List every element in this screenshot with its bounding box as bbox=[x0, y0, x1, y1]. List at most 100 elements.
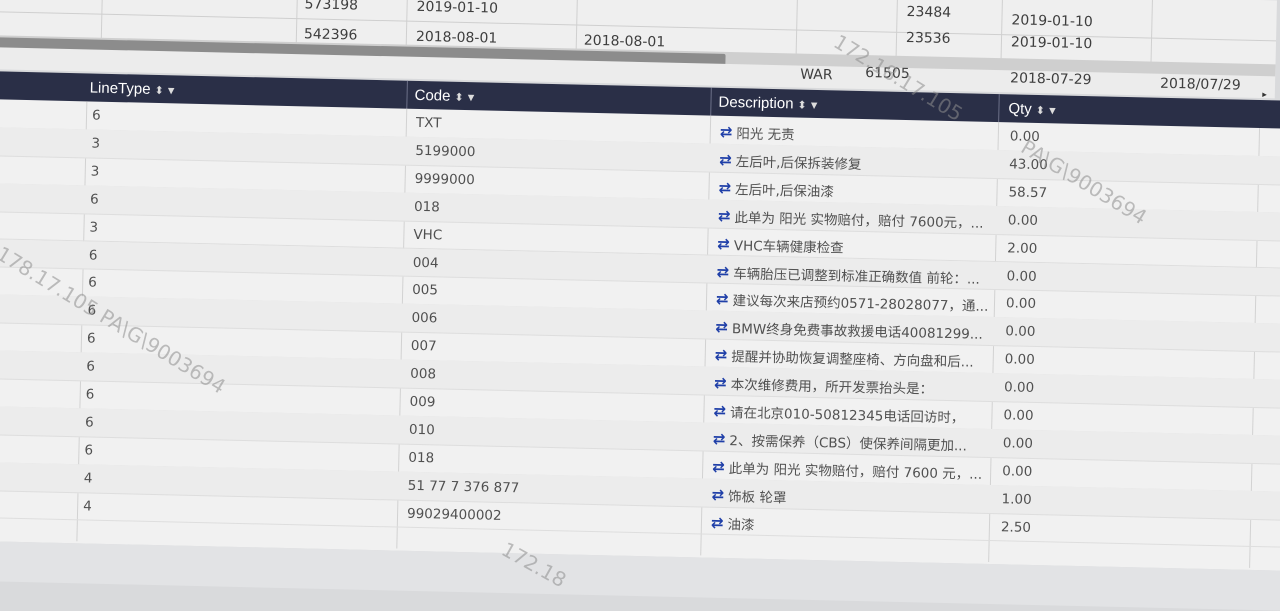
description-text: 本次维修费用，所开发票抬头是： bbox=[730, 377, 934, 398]
top-cell-date: 2019-01-10 bbox=[416, 0, 499, 17]
cell-description[interactable]: ⇄ 阳光 无责 bbox=[720, 122, 795, 144]
top-cell-date: 2019-01-10 bbox=[1010, 34, 1093, 53]
column-header-code[interactable]: Code ⬍ ▼ bbox=[414, 87, 476, 105]
cell-qty: 1.00 bbox=[1001, 490, 1032, 508]
cell-code: 010 bbox=[408, 421, 435, 439]
cell-qty: 2.50 bbox=[1000, 518, 1032, 536]
swap-arrows-icon[interactable]: ⇄ bbox=[716, 290, 729, 308]
cell-qty: 0.00 bbox=[1002, 435, 1034, 452]
cell-code: 005 bbox=[411, 282, 439, 299]
cell-code: VHC bbox=[413, 226, 443, 244]
cell-linetype: 6 bbox=[84, 414, 94, 431]
cell-linetype: 6 bbox=[85, 386, 95, 403]
description-text: 请在北京010-50812345电话回访时， bbox=[729, 405, 965, 427]
swap-arrows-icon[interactable]: ⇄ bbox=[718, 206, 731, 224]
description-text: 左后叶,后保油漆 bbox=[734, 181, 835, 201]
cell-code: 51 77 7 376 877 bbox=[407, 477, 520, 496]
scroll-right-arrow-icon[interactable]: ▸ bbox=[1262, 90, 1267, 100]
cell-qty: 0.00 bbox=[1007, 212, 1039, 229]
top-cell-date: 2018-07-29 bbox=[1009, 70, 1092, 89]
description-text: 左后叶,后保拆装修复 bbox=[735, 154, 862, 173]
filter-icon[interactable]: ▼ bbox=[465, 92, 476, 104]
filter-icon[interactable]: ▼ bbox=[166, 85, 177, 97]
cell-qty: 0.00 bbox=[1005, 295, 1037, 313]
cell-code: 018 bbox=[413, 198, 441, 216]
column-header-label: Qty bbox=[1008, 100, 1032, 118]
cell-qty: 0.00 bbox=[1005, 323, 1036, 341]
cell-qty: 0.00 bbox=[1002, 463, 1033, 480]
swap-arrows-icon[interactable]: ⇄ bbox=[713, 430, 726, 448]
cell-code: 007 bbox=[410, 338, 437, 355]
swap-arrows-icon[interactable]: ⇄ bbox=[714, 374, 727, 392]
swap-arrows-icon[interactable]: ⇄ bbox=[715, 346, 728, 364]
cell-description[interactable]: ⇄ 左后叶,后保油漆 bbox=[718, 178, 834, 201]
top-cell-number: 573198 bbox=[304, 0, 359, 14]
cell-qty: 0.00 bbox=[1004, 351, 1035, 369]
description-text: 2、按需保养（CBS）使保养间隔更加... bbox=[729, 432, 968, 455]
cell-code: TXT bbox=[415, 114, 442, 132]
cell-description[interactable]: ⇄ 本次维修费用，所开发票抬头是： bbox=[714, 373, 933, 398]
sort-icon[interactable]: ⬍ bbox=[454, 92, 463, 104]
column-header-linetype[interactable]: LineType ⬍ ▼ bbox=[89, 79, 176, 98]
cell-linetype: 4 bbox=[83, 498, 92, 515]
header-divider[interactable] bbox=[998, 94, 1000, 123]
cell-linetype: 3 bbox=[90, 163, 100, 180]
sort-icon[interactable]: ⬍ bbox=[154, 85, 163, 97]
sort-icon[interactable]: ⬍ bbox=[1036, 105, 1045, 117]
cell-qty: 2.00 bbox=[1007, 239, 1038, 257]
swap-arrows-icon[interactable]: ⇄ bbox=[712, 457, 725, 475]
cell-linetype: 6 bbox=[88, 274, 98, 292]
top-cell-date: 2019-01-10 bbox=[1011, 12, 1093, 31]
top-cell-code: WAR bbox=[799, 66, 833, 84]
swap-arrows-icon[interactable]: ⇄ bbox=[715, 318, 728, 336]
column-header-label: Code bbox=[414, 86, 451, 105]
column-header-description[interactable]: Description ⬍ ▼ bbox=[718, 94, 820, 113]
cell-linetype: 6 bbox=[86, 358, 96, 375]
filter-icon[interactable]: ▼ bbox=[809, 100, 820, 112]
description-text: VHC车辆健康检查 bbox=[733, 237, 844, 257]
cell-code: 006 bbox=[411, 310, 438, 327]
header-divider[interactable] bbox=[710, 87, 712, 116]
cell-code: 018 bbox=[408, 449, 435, 467]
swap-arrows-icon[interactable]: ⇄ bbox=[719, 151, 732, 169]
top-cell-number: 542396 bbox=[303, 26, 358, 44]
column-header-label: Description bbox=[718, 93, 794, 113]
swap-arrows-icon[interactable]: ⇄ bbox=[713, 402, 726, 420]
cell-linetype: 3 bbox=[91, 135, 101, 152]
cell-qty: 0.00 bbox=[1009, 128, 1041, 146]
description-text: 提醒并协助恢复调整座椅、方向盘和后... bbox=[731, 349, 974, 371]
cell-code: 99029400002 bbox=[406, 505, 502, 524]
swap-arrows-icon[interactable]: ⇄ bbox=[711, 513, 724, 531]
cell-qty: 0.00 bbox=[1006, 267, 1037, 285]
cell-code: 008 bbox=[410, 365, 437, 383]
cell-linetype: 6 bbox=[91, 107, 101, 124]
swap-arrows-icon[interactable]: ⇄ bbox=[718, 179, 731, 197]
cell-qty: 58.57 bbox=[1008, 184, 1048, 202]
line-items-grid: LineType ⬍ ▼ Code ⬍ ▼ Description ⬍ ▼ Qty ⬍ ▼ 6T… bbox=[0, 71, 1280, 571]
cell-linetype: 6 bbox=[88, 246, 98, 264]
cell-code: 5199000 bbox=[415, 142, 476, 161]
swap-arrows-icon[interactable]: ⇄ bbox=[711, 485, 724, 503]
cell-description[interactable]: ⇄ 左后叶,后保拆装修复 bbox=[719, 150, 862, 173]
cell-description[interactable]: ⇄ VHC车辆健康检查 bbox=[717, 233, 844, 256]
header-divider[interactable] bbox=[406, 80, 408, 109]
top-cell-date: 2018-08-01 bbox=[415, 28, 498, 47]
description-text: 阳光 无责 bbox=[736, 126, 795, 144]
sort-icon[interactable]: ⬍ bbox=[797, 100, 806, 112]
cell-linetype: 6 bbox=[89, 191, 99, 208]
top-cell-date: 2018-08-01 bbox=[583, 32, 666, 51]
screen: 0000004 573198 2019-01-10 23484 2019-01-… bbox=[0, 0, 1280, 611]
cell-description[interactable]: ⇄ 油漆 bbox=[711, 512, 755, 533]
swap-arrows-icon[interactable]: ⇄ bbox=[717, 234, 730, 252]
cell-linetype: 6 bbox=[86, 330, 96, 347]
swap-arrows-icon[interactable]: ⇄ bbox=[720, 123, 733, 141]
swap-arrows-icon[interactable]: ⇄ bbox=[716, 262, 729, 280]
cell-qty: 0.00 bbox=[1003, 407, 1034, 424]
filter-icon[interactable]: ▼ bbox=[1047, 105, 1058, 117]
column-header-qty[interactable]: Qty ⬍ ▼ bbox=[1008, 100, 1058, 118]
cell-linetype: 6 bbox=[84, 442, 94, 459]
cell-description[interactable]: ⇄ 饰板 轮罩 bbox=[711, 484, 786, 506]
cell-linetype: 4 bbox=[83, 470, 93, 487]
description-text: 油漆 bbox=[727, 516, 755, 534]
description-text: 饰板 轮罩 bbox=[727, 488, 787, 507]
